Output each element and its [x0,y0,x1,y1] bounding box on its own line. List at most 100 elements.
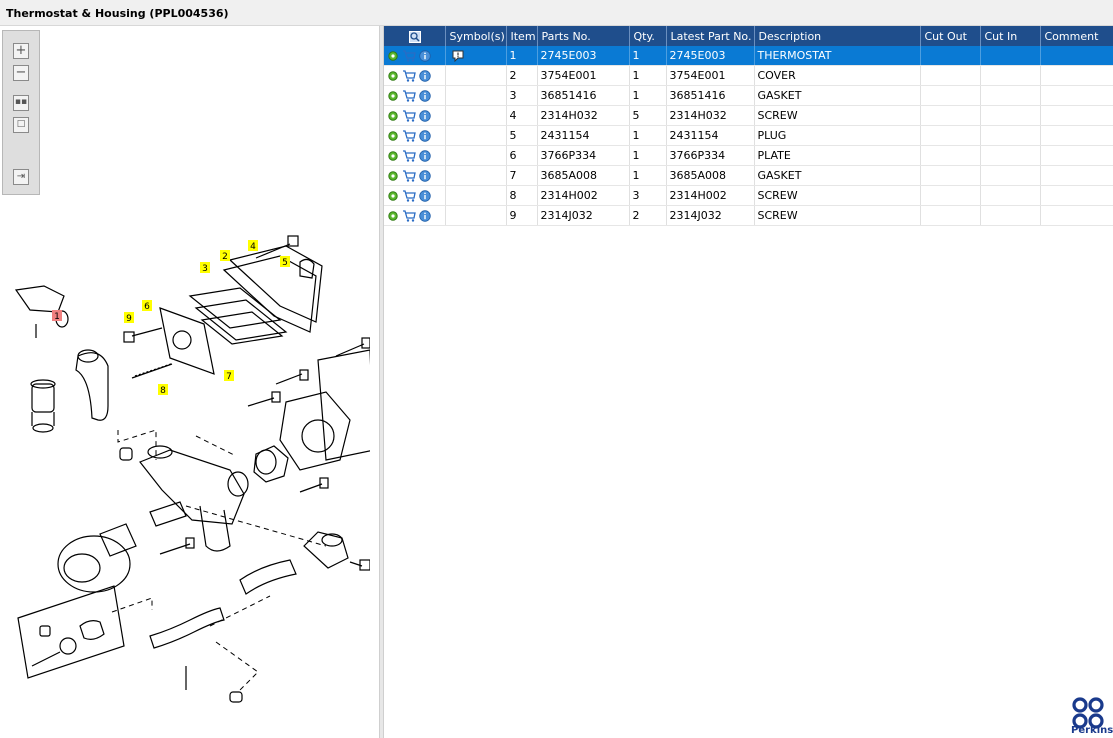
info-icon[interactable] [419,150,431,162]
cell-parts-no: 2314H032 [537,105,630,126]
cell-cut-out [920,65,981,86]
table-row[interactable]: 2 3754E001 1 3754E001 COVER [384,65,1113,86]
illustration-panel[interactable]: + − ▪▪ □ ⇥ 1 2 3 4 5 6 7 8 9 [0,26,379,738]
cart-icon[interactable] [402,150,416,162]
table-row[interactable]: 9 2314J032 2 2314J032 SCREW [384,205,1113,226]
cart-icon[interactable] [402,110,416,122]
cell-item: 8 [506,185,538,206]
table-row[interactable]: 5 2431154 1 2431154 PLUG [384,125,1113,146]
cell-qty: 3 [629,185,667,206]
gear-icon[interactable] [387,170,399,182]
gear-icon[interactable] [387,70,399,82]
table-row[interactable]: 6 3766P334 1 3766P334 PLATE [384,145,1113,166]
column-header-cut-out[interactable]: Cut Out [920,26,981,46]
column-header-tools[interactable] [384,26,446,46]
title-bar: Thermostat & Housing (PPL004536) [0,0,1113,26]
cart-icon[interactable] [402,170,416,182]
info-icon[interactable] [419,90,431,102]
gear-icon[interactable] [387,190,399,202]
row-actions [384,145,446,166]
row-actions [384,185,446,206]
column-header-parts-no[interactable]: Parts No. [537,26,630,46]
cell-parts-no: 3766P334 [537,145,630,166]
info-icon[interactable] [419,70,431,82]
cell-parts-no: 2314H002 [537,185,630,206]
gear-icon[interactable] [387,150,399,162]
info-icon[interactable] [419,110,431,122]
table-row[interactable]: 1 2745E003 1 2745E003 THERMOSTAT [384,46,1113,66]
gear-icon[interactable] [387,90,399,102]
cell-comment [1040,46,1113,66]
cart-icon[interactable] [402,130,416,142]
column-header-latest-part-no[interactable]: Latest Part No. [666,26,755,46]
cell-description: GASKET [754,85,921,106]
cell-latest-part-no: 2314J032 [666,205,755,226]
column-header-item[interactable]: Item [506,26,538,46]
cell-parts-no: 2314J032 [537,205,630,226]
column-header-comment[interactable]: Comment [1040,26,1113,46]
zoom-out-icon[interactable]: − [13,65,29,81]
cell-cut-out [920,205,981,226]
column-header-symbols[interactable]: Symbol(s) [445,26,507,46]
cell-cut-in [980,46,1041,66]
cell-symbols [445,46,507,66]
column-header-qty[interactable]: Qty. [629,26,667,46]
info-icon[interactable] [419,170,431,182]
row-actions [384,46,446,66]
cell-item: 9 [506,205,538,226]
callout-8-label: 8 [160,386,166,396]
cart-icon[interactable] [402,190,416,202]
cart-icon[interactable] [402,90,416,102]
info-icon[interactable] [419,50,431,62]
table-row[interactable]: 8 2314H002 3 2314H002 SCREW [384,185,1113,206]
info-icon[interactable] [419,130,431,142]
cell-description: PLATE [754,145,921,166]
cell-latest-part-no: 3766P334 [666,145,755,166]
zoom-in-icon[interactable]: + [13,43,29,59]
row-actions [384,125,446,146]
cart-icon[interactable] [402,210,416,222]
cart-icon[interactable] [402,50,416,62]
cell-cut-out [920,85,981,106]
cell-item: 5 [506,125,538,146]
cell-symbols [445,125,507,146]
actual-size-icon[interactable]: □ [13,117,29,133]
table-row[interactable]: 3 36851416 1 36851416 GASKET [384,85,1113,106]
row-actions [384,105,446,126]
info-icon[interactable] [419,210,431,222]
cell-cut-in [980,125,1041,146]
cell-description: GASKET [754,165,921,186]
parts-table: Symbol(s) Item Parts No. Qty. Latest Par… [384,26,1113,226]
cell-comment [1040,165,1113,186]
cart-icon[interactable] [402,70,416,82]
cell-parts-no: 2431154 [537,125,630,146]
cell-parts-no: 3754E001 [537,65,630,86]
search-parts-icon[interactable] [408,30,421,43]
cell-symbols [445,105,507,126]
gear-icon[interactable] [387,110,399,122]
cell-cut-in [980,145,1041,166]
table-header-row: Symbol(s) Item Parts No. Qty. Latest Par… [384,26,1113,46]
exploded-parts-drawing[interactable]: 1 2 3 4 5 6 7 8 9 [10,216,370,716]
table-row[interactable]: 4 2314H032 5 2314H032 SCREW [384,105,1113,126]
cell-qty: 1 [629,46,667,66]
column-header-cut-in[interactable]: Cut In [980,26,1041,46]
gear-icon[interactable] [387,50,399,62]
cell-symbols [445,85,507,106]
cell-symbols [445,165,507,186]
table-row[interactable]: 7 3685A008 1 3685A008 GASKET [384,165,1113,186]
export-icon[interactable]: ⇥ [13,169,29,185]
gear-icon[interactable] [387,210,399,222]
cell-qty: 2 [629,205,667,226]
cell-cut-out [920,185,981,206]
window-title: Thermostat & Housing (PPL004536) [6,7,229,20]
cell-latest-part-no: 2431154 [666,125,755,146]
info-icon[interactable] [419,190,431,202]
callout-5-label: 5 [282,258,288,268]
column-header-description[interactable]: Description [754,26,921,46]
cell-cut-in [980,85,1041,106]
fit-all-icon[interactable]: ▪▪ [13,95,29,111]
gear-icon[interactable] [387,130,399,142]
row-actions [384,205,446,226]
note-icon[interactable] [452,50,464,62]
